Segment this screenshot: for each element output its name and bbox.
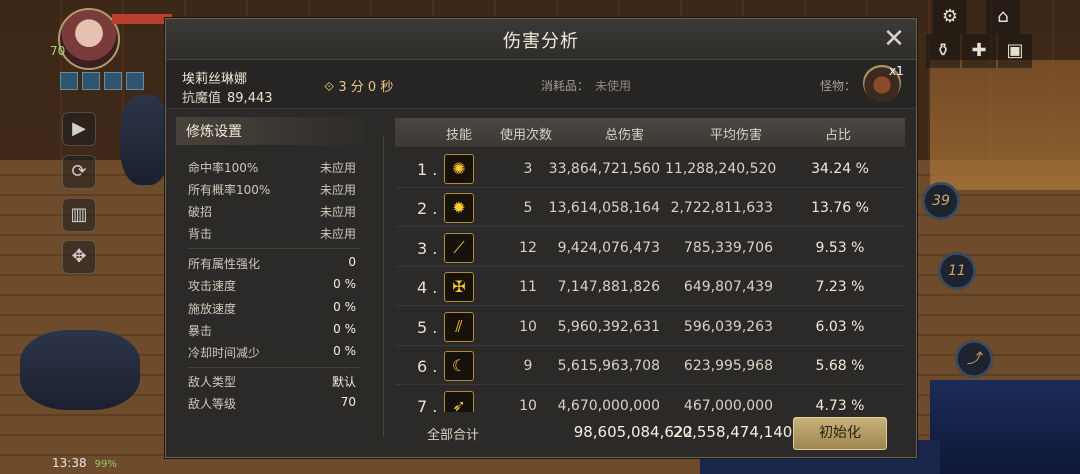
damage-table[interactable]: 1 . ✺ 3 33,864,721,560 11,288,240,520 34…: [395, 150, 905, 412]
table-row: 6 . ☾ 9 5,615,963,708 623,995,968 5.68 %: [395, 347, 905, 385]
header-pct: 占比: [825, 128, 852, 143]
header-uses: 使用次数: [500, 128, 553, 143]
bag-icon[interactable]: ⚱: [926, 34, 960, 68]
clock: 13:38: [52, 456, 87, 470]
table-row: 7 . ➶ 10 4,670,000,000 467,000,000 4.73 …: [395, 387, 905, 412]
table-row: 4 . ✠ 11 7,147,881,826 649,807,439 7.23 …: [395, 268, 905, 306]
flame-orb-icon: ✺: [444, 154, 474, 184]
training-settings: 修炼设置 命中率100% 未应用 所有概率100% 未应用 破招 未应用 背击 未应用 …: [166, 115, 376, 450]
total-damage-sum: 98,605,084,622: [573, 423, 693, 441]
resist-value: 89,443: [227, 91, 273, 106]
setting-row: 所有概率100% 未应用: [188, 183, 356, 197]
gear-icon[interactable]: ⚙: [933, 0, 967, 34]
setting-row: 攻击速度 0 %: [188, 277, 356, 293]
plus-icon[interactable]: ✚: [962, 34, 996, 68]
setting-row: 冷却时间减少 0 %: [188, 344, 356, 360]
slash-icon: ⟋: [444, 233, 474, 263]
close-icon[interactable]: ✕: [878, 23, 910, 55]
monster-label: 怪物：: [820, 79, 857, 93]
setting-row: 暴击 0 %: [188, 322, 356, 338]
setting-row: 敌人等级 70: [188, 395, 356, 411]
header-avg: 平均伤害: [710, 128, 763, 143]
panel-header: 伤害分析 ✕: [166, 19, 916, 60]
header-total: 总伤害: [605, 128, 645, 143]
setting-row: 敌人类型 默认: [188, 375, 356, 389]
setting-row: 命中率100% 未应用: [188, 161, 356, 175]
setting-row: 施放速度 0 %: [188, 300, 356, 316]
cross-icon: ✠: [444, 272, 474, 302]
background-cloth: [930, 380, 1080, 474]
divider: [383, 135, 384, 437]
crescent-icon: ☾: [444, 351, 474, 381]
setting-row: 所有属性强化 0: [188, 255, 356, 271]
setting-row: 破招 未应用: [188, 205, 356, 219]
play-icon[interactable]: ▶: [62, 112, 96, 146]
wing-icon: ➶: [444, 391, 474, 412]
resist-label: 抗魔值: [182, 91, 222, 106]
panel-title: 伤害分析: [503, 31, 579, 52]
settings-header: 修炼设置: [176, 117, 366, 145]
buff-icons: [58, 70, 168, 110]
setting-row: 背击 未应用: [188, 227, 356, 241]
divider: [188, 367, 360, 368]
elapsed-time: ⟐ 3 分 0 秒: [324, 80, 394, 95]
totals-label: 全部合计: [427, 428, 480, 443]
background-barrel: [20, 330, 140, 410]
home-icon[interactable]: ⌂: [986, 0, 1020, 34]
skill-slot-button[interactable]: 39: [922, 182, 960, 220]
settings-title: 修炼设置: [186, 124, 242, 140]
avg-damage-sum: 20,558,474,140: [673, 423, 793, 441]
consumable-label: 消耗品：: [541, 79, 590, 93]
player-avatar[interactable]: [58, 8, 120, 70]
skill-slot-button[interactable]: ⤴: [955, 340, 993, 378]
damage-analysis-panel: 伤害分析 ✕ 埃莉丝琳娜 抗魔值 89,443 ⟐ 3 分 0 秒 消耗品： 未使用…: [165, 18, 917, 458]
player-level: 70: [50, 44, 66, 58]
system-status: 13:38 99%: [52, 456, 117, 470]
stats-icon[interactable]: ▥: [62, 198, 96, 232]
table-row: 3 . ⟋ 12 9,424,076,473 785,339,706 9.53 …: [395, 229, 905, 267]
table-row: 2 . ✹ 5 13,614,058,164 2,722,811,633 13.…: [395, 189, 905, 227]
target-icon[interactable]: ✥: [62, 240, 96, 274]
skill-slot-button[interactable]: 11: [938, 252, 976, 290]
chest-icon[interactable]: ▣: [998, 34, 1032, 68]
divider: [188, 248, 360, 249]
battery-level: 99%: [94, 459, 117, 470]
burst-icon: ✹: [444, 193, 474, 223]
table-header: 技能 使用次数 总伤害 平均伤害 占比: [395, 118, 905, 147]
table-row: 5 . ⫽ 10 5,960,392,631 596,039,263 6.03 …: [395, 308, 905, 346]
consumable-value: 未使用: [595, 79, 632, 93]
header-skill: 技能: [446, 128, 473, 143]
table-row: 1 . ✺ 3 33,864,721,560 11,288,240,520 34…: [395, 150, 905, 188]
claw-icon: ⫽: [444, 312, 474, 342]
hp-bar: [112, 14, 172, 24]
reset-button[interactable]: 初始化: [793, 417, 887, 450]
monster-count: x1: [889, 64, 904, 78]
resist-stat: 抗魔值 89,443: [182, 87, 273, 106]
consumable-status: 消耗品： 未使用: [541, 77, 631, 94]
refresh-icon[interactable]: ⟳: [62, 155, 96, 189]
totals-footer: 全部合计 98,605,084,622 20,558,474,140 初始化: [395, 412, 905, 452]
character-name: 埃莉丝琳娜: [182, 72, 248, 87]
background-shelf: [930, 60, 1080, 190]
character-info: 埃莉丝琳娜 抗魔值 89,443 ⟐ 3 分 0 秒 消耗品： 未使用 怪物： x1: [166, 60, 916, 109]
